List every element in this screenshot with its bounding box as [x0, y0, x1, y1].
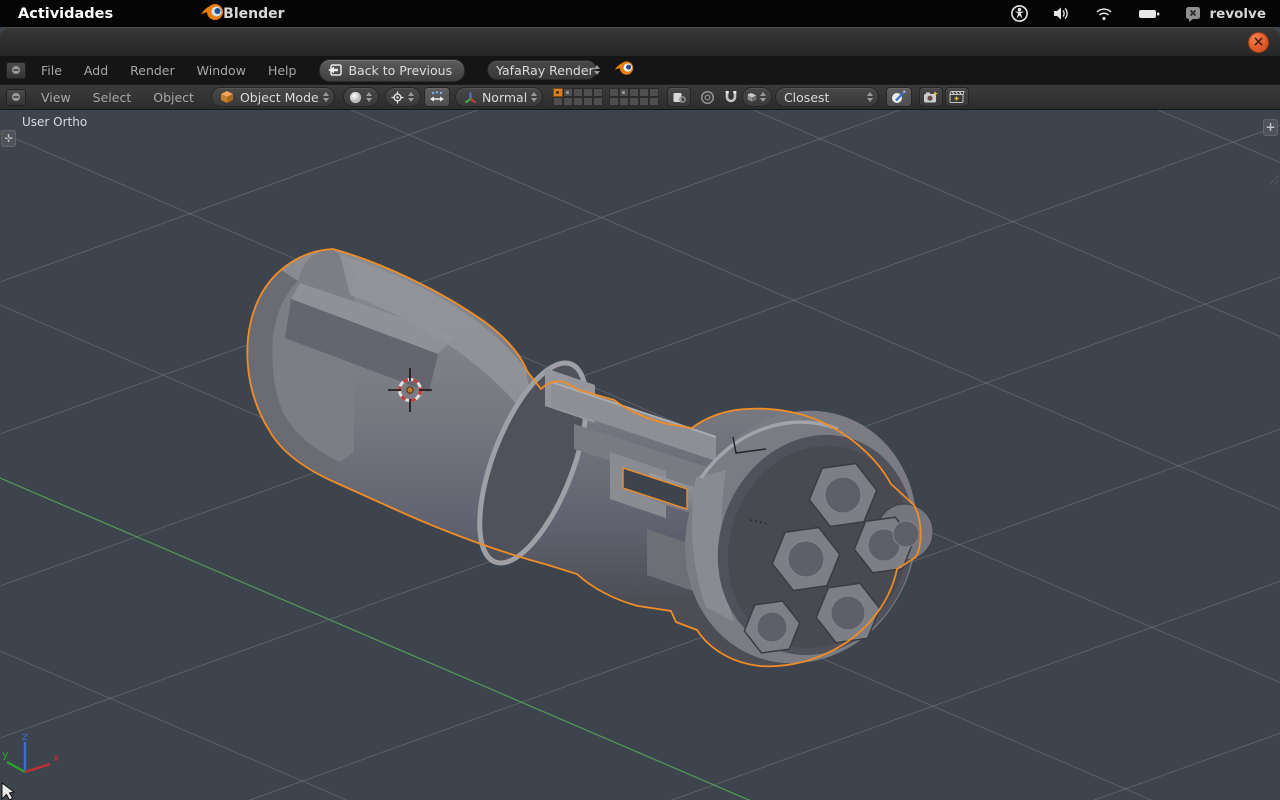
- layer-object-dot: [566, 91, 570, 94]
- chat-indicator-icon[interactable]: [1185, 6, 1202, 22]
- pivot-point-select[interactable]: [384, 87, 421, 107]
- layer-object-dot: [622, 91, 626, 94]
- layer-cell[interactable]: [552, 97, 563, 106]
- snap-element-cube-icon: [747, 92, 757, 102]
- properties-expand-button[interactable]: +: [1263, 119, 1278, 136]
- accessibility-icon[interactable]: [1010, 5, 1028, 22]
- snap-align-rotation-toggle[interactable]: [885, 87, 912, 107]
- window-close-button[interactable]: ×: [1248, 32, 1269, 53]
- menu-object[interactable]: Object: [142, 90, 205, 105]
- layer-cell[interactable]: [552, 88, 563, 97]
- layer-cell[interactable]: [608, 97, 619, 106]
- layer-object-dot: [556, 91, 560, 94]
- volume-icon[interactable]: [1053, 6, 1070, 21]
- window-title-bar[interactable]: ×: [0, 27, 1280, 56]
- scene-lock-icon: [673, 92, 686, 103]
- opengl-render-animation-button[interactable]: [944, 87, 969, 107]
- menu-window[interactable]: Window: [186, 63, 257, 78]
- layer-cell[interactable]: [648, 88, 659, 97]
- layer-cell[interactable]: [562, 97, 573, 106]
- viewport-3d[interactable]: z y x User Ortho + +: [0, 110, 1280, 800]
- layer-cell[interactable]: [618, 97, 629, 106]
- menu-add[interactable]: Add: [73, 63, 119, 78]
- blender-logo-icon: [199, 0, 225, 28]
- updown-arrows-icon: [593, 65, 600, 75]
- view-name-label: User Ortho: [22, 115, 88, 129]
- translate-manipulator-icon: [429, 91, 444, 102]
- wifi-icon[interactable]: [1095, 7, 1113, 21]
- magnet-icon: [725, 91, 737, 103]
- app-title: Blender: [223, 5, 285, 22]
- axis-x-label: x: [53, 751, 60, 764]
- opengl-render-image-button[interactable]: [918, 87, 943, 107]
- activities-button[interactable]: Actividades: [18, 6, 113, 22]
- layer-cell[interactable]: [592, 97, 603, 106]
- snap-toggle-button[interactable]: [724, 90, 738, 104]
- updown-arrows-icon: [365, 92, 372, 102]
- layer-cell[interactable]: [562, 88, 573, 97]
- layer-cell[interactable]: [638, 88, 649, 97]
- axis-z-label: z: [22, 730, 28, 743]
- layer-cell[interactable]: [638, 97, 649, 106]
- menu-view[interactable]: View: [30, 90, 82, 105]
- layer-cell[interactable]: [572, 88, 583, 97]
- layer-cell[interactable]: [572, 97, 583, 106]
- transform-orientation-select[interactable]: Normal: [454, 87, 543, 107]
- layer-cell[interactable]: [582, 97, 593, 106]
- snap-element-select[interactable]: [741, 87, 772, 107]
- editor-selector-icon: [12, 66, 20, 74]
- snap-target-select[interactable]: Closest: [774, 87, 879, 107]
- pivot-point-icon: [391, 91, 404, 103]
- editor-type-selector[interactable]: [6, 88, 26, 106]
- render-engine-select[interactable]: YafaRay Render: [487, 60, 600, 80]
- editor-type-selector[interactable]: [6, 61, 26, 79]
- battery-icon[interactable]: [1138, 8, 1160, 20]
- manipulator-toggle[interactable]: [423, 87, 450, 107]
- proportional-edit-button[interactable]: [700, 90, 715, 105]
- viewport-shading-select[interactable]: [342, 87, 379, 107]
- blender-logo-icon: [613, 58, 635, 82]
- area-corner-grip[interactable]: [1265, 171, 1279, 185]
- layer-cell[interactable]: [582, 88, 593, 97]
- lock-to-scene-toggle[interactable]: [666, 87, 691, 107]
- layer-cell[interactable]: [618, 88, 629, 97]
- menu-render[interactable]: Render: [119, 63, 186, 78]
- axis-y-label: y: [2, 748, 9, 761]
- menu-file[interactable]: File: [30, 63, 73, 78]
- layer-cell[interactable]: [592, 88, 603, 97]
- back-arrow-icon: [328, 64, 343, 76]
- updown-arrows-icon: [759, 92, 766, 102]
- back-to-previous-button[interactable]: Back to Previous: [319, 58, 466, 82]
- updown-arrows-icon: [407, 92, 414, 102]
- axis-orientation-icon: [464, 92, 477, 103]
- updown-arrows-icon: [866, 92, 873, 102]
- app-indicator[interactable]: Blender: [199, 0, 285, 28]
- axis-gizmo: z y x: [2, 730, 60, 774]
- menu-select[interactable]: Select: [82, 90, 143, 105]
- layer-cell[interactable]: [648, 97, 659, 106]
- menu-help[interactable]: Help: [257, 63, 308, 78]
- updown-arrows-icon: [530, 92, 537, 102]
- view3d-header: View Select Object Object Mode Normal Cl…: [0, 84, 1280, 185]
- editor-selector-icon: [12, 93, 20, 101]
- gnome-top-bar: Actividades Blender revolve: [0, 0, 1280, 27]
- area-corner-grip[interactable]: [0, 126, 14, 140]
- layer-cell[interactable]: [628, 97, 639, 106]
- layer-cell[interactable]: [628, 88, 639, 97]
- camera-render-icon: [923, 91, 938, 103]
- layer-cell[interactable]: [608, 88, 619, 97]
- username-label[interactable]: revolve: [1210, 6, 1266, 22]
- object-mode-cube-icon: [220, 91, 233, 103]
- align-rotation-icon: [892, 90, 907, 103]
- updown-arrows-icon: [322, 92, 329, 102]
- mouse-cursor: [1, 782, 16, 800]
- layers-group-2[interactable]: [608, 88, 659, 106]
- layers-group-1[interactable]: [552, 88, 603, 106]
- info-editor-header: File Add Render Window Help Back to Prev…: [0, 56, 1280, 140]
- clapperboard-icon: [949, 91, 965, 103]
- mode-select[interactable]: Object Mode: [210, 87, 335, 107]
- proportional-edit-circle-icon: [700, 90, 715, 104]
- viewport-canvas[interactable]: z y x: [0, 110, 1280, 800]
- shading-sphere-icon: [349, 91, 362, 103]
